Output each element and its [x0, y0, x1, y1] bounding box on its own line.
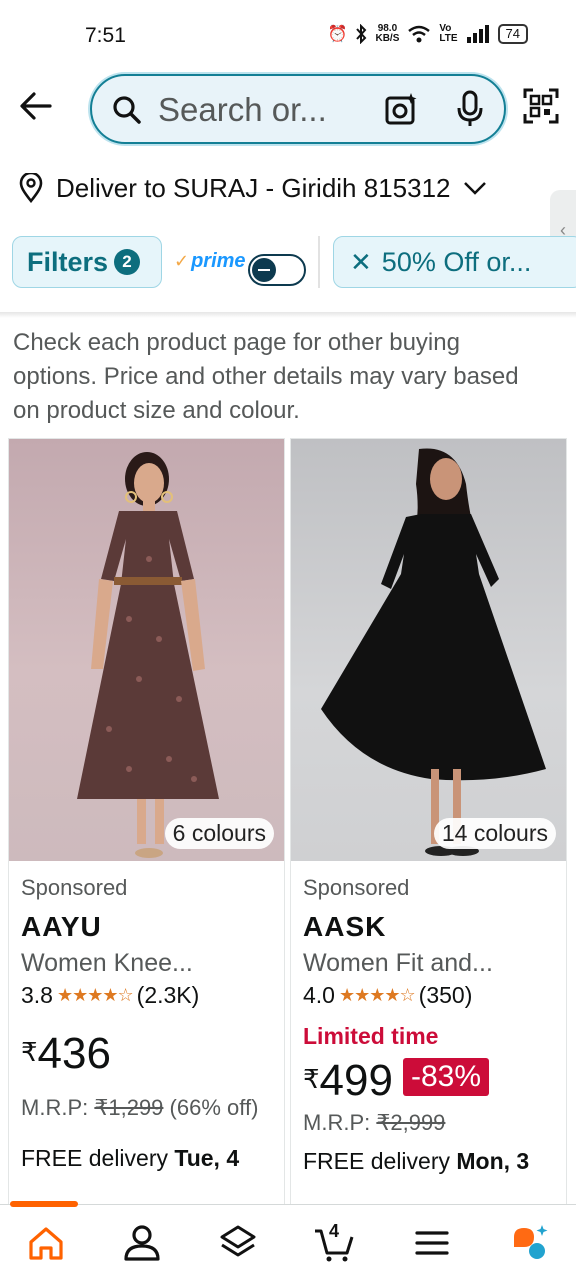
- price: 436: [37, 1029, 111, 1078]
- delivery-date: Tue, 4: [174, 1145, 240, 1171]
- product-card[interactable]: 6 colours Sponsored AAYU Women Knee... 3…: [8, 438, 285, 1208]
- back-arrow-icon[interactable]: [18, 88, 54, 124]
- cart-button[interactable]: 4: [314, 1221, 354, 1263]
- bluetooth-icon: [356, 24, 367, 44]
- active-tab-indicator: [10, 1201, 78, 1207]
- divider: [318, 236, 320, 288]
- net-speed: 98.0 KB/S: [375, 23, 400, 44]
- price-row: ₹ 436: [21, 1031, 276, 1077]
- battery-icon: 74: [497, 24, 528, 44]
- discount-badge: -83%: [402, 1058, 490, 1096]
- rating-row[interactable]: 4.0 ★★★★☆ (350): [303, 982, 558, 1009]
- filters-count-badge: 2: [114, 249, 141, 275]
- status-icons: ⏰ 98.0 KB/S Vo LTE 74: [328, 24, 528, 44]
- dress-illustration: [321, 448, 546, 856]
- header-shadow: [0, 312, 576, 318]
- offer-filter-chip[interactable]: ✕ 50% Off or...: [333, 236, 576, 288]
- volte-icon: Vo LTE: [439, 23, 458, 44]
- home-icon[interactable]: [26, 1223, 66, 1263]
- currency-symbol: ₹: [303, 1064, 320, 1094]
- qr-scanner-icon[interactable]: [523, 88, 559, 124]
- currency-symbol: ₹: [21, 1037, 38, 1067]
- rating-count: (2.3K): [136, 982, 200, 1008]
- product-brand: AASK: [303, 911, 387, 942]
- mrp-value: ₹2,999: [376, 1110, 446, 1135]
- rating-value: 4.0: [303, 982, 335, 1008]
- filters-button[interactable]: Filters 2: [12, 236, 162, 288]
- rating-value: 3.8: [21, 982, 53, 1008]
- prime-toggle[interactable]: [248, 254, 306, 286]
- product-card[interactable]: 14 colours Sponsored AASK Women Fit and.…: [290, 438, 567, 1208]
- menu-icon[interactable]: [412, 1223, 452, 1263]
- mrp-value: ₹1,299: [94, 1095, 164, 1120]
- product-info: Sponsored AASK Women Fit and... 4.0 ★★★★…: [303, 875, 558, 1175]
- prime-label: prime: [191, 250, 246, 272]
- sponsored-label: Sponsored: [303, 875, 410, 900]
- star-rating-icon: ★★★★☆: [56, 985, 134, 1005]
- mrp-label: M.R.P:: [303, 1110, 371, 1135]
- bottom-navigation: 4: [0, 1201, 576, 1280]
- filters-label: Filters: [27, 246, 109, 277]
- status-time: 7:51: [85, 24, 126, 47]
- close-icon[interactable]: ✕: [350, 247, 372, 278]
- mrp-label: M.R.P:: [21, 1095, 89, 1120]
- colour-count-badge: 14 colours: [433, 818, 556, 849]
- colour-count-badge: 6 colours: [164, 818, 274, 849]
- alarm-icon: ⏰: [327, 26, 348, 43]
- deliver-text: Deliver to SURAJ - Giridih 815312: [56, 172, 451, 203]
- offer-filter-label: 50% Off or...: [381, 246, 532, 277]
- product-image[interactable]: 14 colours: [291, 439, 566, 861]
- filter-row: Filters 2 ✓ prime ✕ 50% Off or...: [0, 236, 576, 296]
- signal-icon: [466, 25, 489, 43]
- location-pin-icon: [19, 173, 43, 203]
- chevron-down-icon: [463, 182, 486, 195]
- toggle-knob: [252, 258, 276, 282]
- rating-row[interactable]: 3.8 ★★★★☆ (2.3K): [21, 982, 276, 1009]
- status-bar: 7:51 ⏰ 98.0 KB/S Vo LTE 74: [0, 0, 576, 72]
- search-icon: [113, 96, 141, 124]
- buying-options-notice: Check each product page for other buying…: [13, 329, 519, 424]
- product-title[interactable]: Women Fit and...: [303, 949, 558, 978]
- profile-icon[interactable]: [122, 1223, 162, 1263]
- sponsored-label: Sponsored: [21, 875, 128, 900]
- product-info: Sponsored AAYU Women Knee... 3.8 ★★★★☆ (…: [21, 875, 276, 1172]
- price-row: ₹ 499 -83%: [303, 1058, 558, 1104]
- delivery-info: FREE delivery Mon, 3: [303, 1148, 558, 1175]
- delivery-prefix: FREE delivery: [303, 1148, 450, 1174]
- rufus-icon[interactable]: [510, 1223, 550, 1263]
- dress-illustration: [77, 452, 219, 858]
- mrp-row: M.R.P: ₹2,999: [303, 1110, 558, 1136]
- deliver-to-location[interactable]: Deliver to SURAJ - Giridih 815312: [18, 166, 487, 210]
- product-image[interactable]: 6 colours: [9, 439, 284, 861]
- layers-icon[interactable]: [218, 1223, 258, 1263]
- search-input[interactable]: Search or...: [158, 91, 327, 129]
- product-title[interactable]: Women Knee...: [21, 949, 276, 978]
- delivery-prefix: FREE delivery: [21, 1145, 168, 1171]
- search-bar[interactable]: Search or...: [90, 74, 506, 144]
- wifi-icon: [408, 25, 431, 43]
- prime-check-icon: ✓: [174, 251, 190, 271]
- microphone-icon[interactable]: [456, 90, 484, 128]
- delivery-info: FREE delivery Tue, 4: [21, 1145, 276, 1172]
- header: Search or...: [0, 72, 576, 147]
- price: 499: [319, 1056, 393, 1105]
- cart-count: 4: [329, 1221, 340, 1241]
- star-rating-icon: ★★★★☆: [338, 985, 416, 1005]
- discount-text: (66% off): [169, 1095, 259, 1120]
- mrp-row: M.R.P: ₹1,299 (66% off): [21, 1091, 276, 1125]
- limited-time-deal-label: Limited time: [303, 1023, 439, 1049]
- prime-filter[interactable]: ✓ prime: [174, 250, 246, 273]
- rating-count: (350): [418, 982, 473, 1008]
- camera-lens-icon[interactable]: [384, 92, 418, 126]
- product-brand: AAYU: [21, 911, 102, 942]
- delivery-date: Mon, 3: [456, 1148, 530, 1174]
